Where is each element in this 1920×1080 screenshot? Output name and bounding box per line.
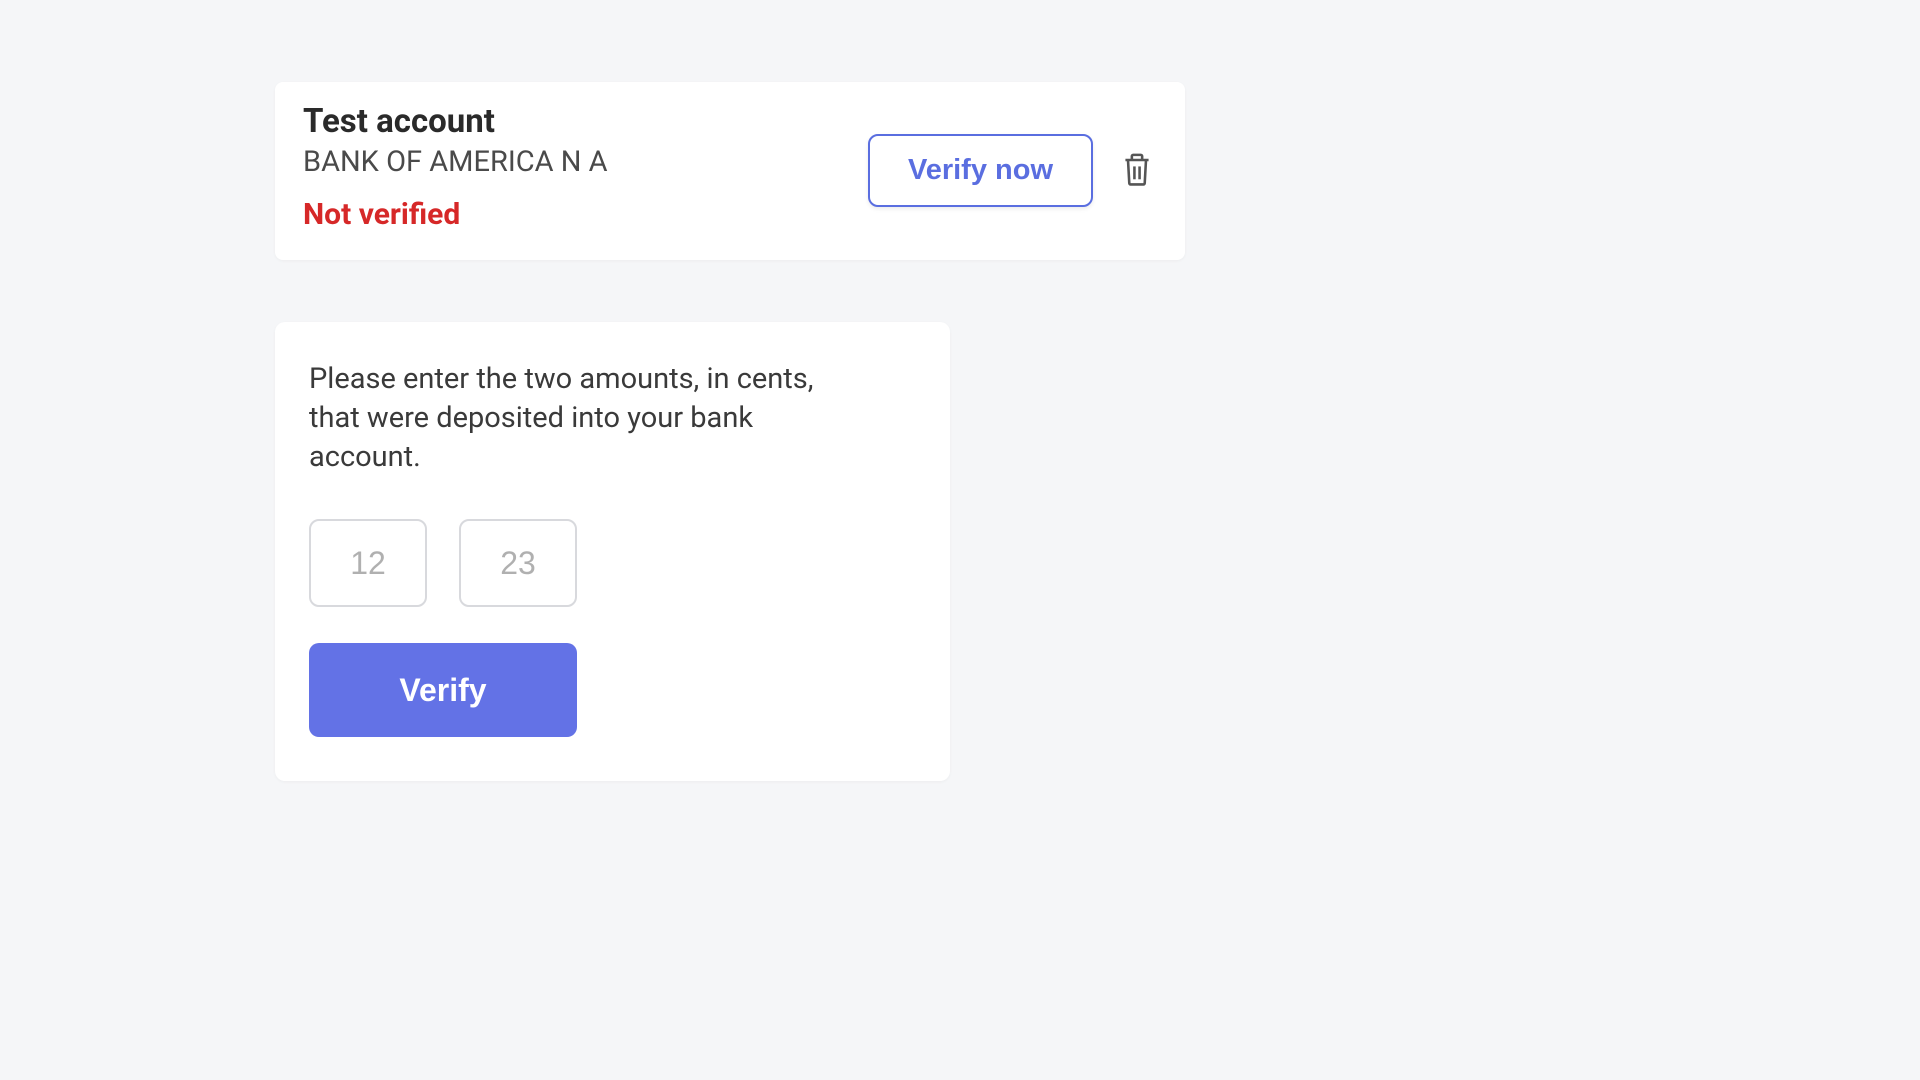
account-info: Test account BANK OF AMERICA N A Not ver… — [303, 102, 608, 232]
account-header: Test account BANK OF AMERICA N A Not ver… — [303, 102, 1157, 232]
verify-now-button[interactable]: Verify now — [868, 134, 1093, 207]
verification-instructions: Please enter the two amounts, in cents, … — [309, 360, 869, 477]
amount-2-input[interactable] — [459, 519, 577, 607]
account-card: Test account BANK OF AMERICA N A Not ver… — [275, 82, 1185, 260]
trash-icon — [1121, 175, 1153, 190]
account-name: Test account — [303, 102, 608, 141]
page-container: Test account BANK OF AMERICA N A Not ver… — [0, 0, 1920, 1080]
amount-inputs-row — [309, 519, 916, 607]
bank-name: BANK OF AMERICA N A — [303, 145, 608, 179]
delete-account-button[interactable] — [1117, 147, 1157, 194]
account-actions: Verify now — [868, 134, 1157, 207]
amount-1-input[interactable] — [309, 519, 427, 607]
verify-button[interactable]: Verify — [309, 643, 577, 737]
verification-panel: Please enter the two amounts, in cents, … — [275, 322, 950, 781]
verification-status: Not verified — [303, 197, 608, 232]
